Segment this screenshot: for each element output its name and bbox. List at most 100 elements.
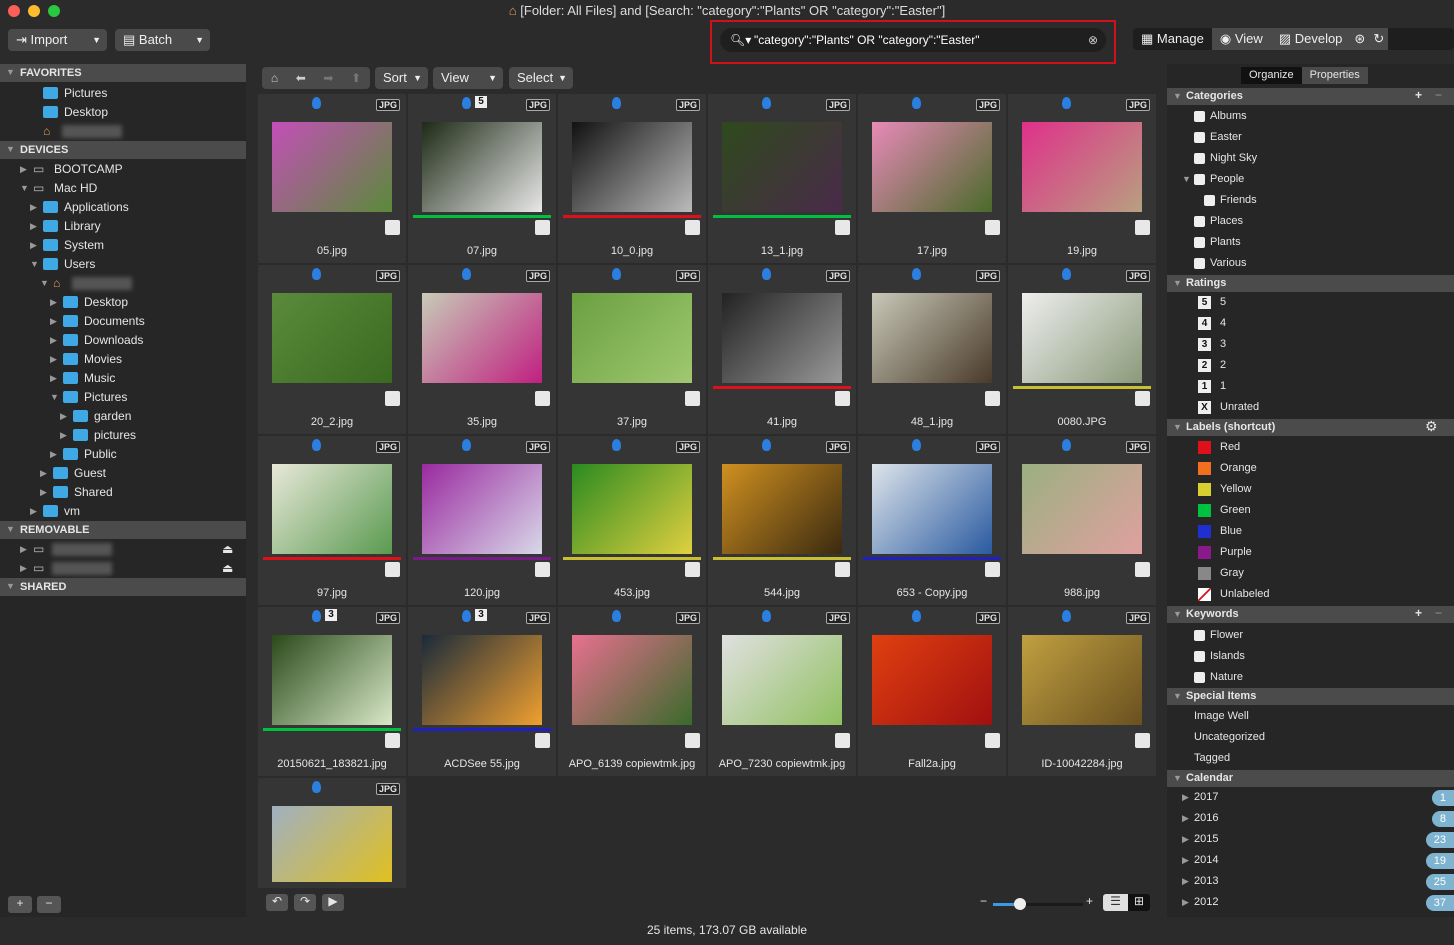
category-item[interactable]: Friends — [1167, 190, 1454, 211]
rating-item[interactable]: 11 — [1167, 376, 1454, 397]
section-header[interactable]: DEVICES — [0, 141, 246, 159]
collapsed-icon[interactable]: ▶ — [1182, 892, 1189, 913]
collapsed-icon[interactable]: ▶ — [50, 350, 57, 369]
thumbnail-image[interactable] — [872, 293, 992, 383]
365-button[interactable]: ⊛ — [1350, 28, 1370, 50]
file-thumbnail-cell[interactable]: JPG 41.jpg — [708, 265, 856, 434]
tree-item[interactable]: ▶ Music — [0, 369, 246, 388]
gear-icon[interactable]: ⚙ — [1425, 418, 1438, 435]
category-checkbox[interactable] — [1194, 237, 1205, 248]
tree-item[interactable]: ▼ Users — [0, 255, 246, 274]
thumbnail-image[interactable] — [422, 293, 542, 383]
sync-button[interactable]: ↻ — [1369, 28, 1389, 50]
disclosure-triangle-icon[interactable]: ▼ — [1173, 609, 1182, 619]
label-item[interactable]: Red — [1167, 437, 1454, 458]
collapsed-icon[interactable]: ▶ — [1182, 808, 1189, 829]
rotate-left-button[interactable]: ↶ — [266, 894, 288, 911]
tab-organize[interactable]: Organize — [1241, 67, 1302, 84]
expanded-icon[interactable]: ▼ — [1182, 169, 1191, 190]
minimize-window-button[interactable] — [28, 5, 40, 17]
file-thumbnail-cell[interactable]: JPG 544.jpg — [708, 436, 856, 605]
tree-item[interactable]: ▶ ▭ ⏏ — [0, 559, 246, 578]
section-header[interactable]: SHARED — [0, 578, 246, 596]
tag-checkbox[interactable] — [835, 733, 850, 748]
add-button[interactable]: + — [8, 896, 32, 913]
tag-checkbox[interactable] — [1135, 562, 1150, 577]
calendar-year[interactable]: ▶ 2017 1 — [1167, 787, 1454, 808]
thumbnail-image[interactable] — [1022, 122, 1142, 212]
file-thumbnail-cell[interactable]: JPG 48_1.jpg — [858, 265, 1006, 434]
thumbnail-image[interactable] — [1022, 464, 1142, 554]
expanded-icon[interactable]: ▼ — [40, 274, 49, 293]
thumbnail-image[interactable] — [572, 464, 692, 554]
thumbnail-image[interactable] — [422, 464, 542, 554]
category-item[interactable]: Easter — [1167, 127, 1454, 148]
zoom-in-icon[interactable]: + — [1086, 894, 1093, 908]
tree-item[interactable]: ▶ Guest — [0, 464, 246, 483]
file-thumbnail-cell[interactable]: JPG — [258, 778, 406, 888]
tree-item[interactable]: ▶ ▭ ⏏ — [0, 540, 246, 559]
thumbnail-size-slider[interactable] — [993, 898, 1083, 910]
section-header[interactable]: Labels (shortcut) — [1167, 419, 1454, 436]
keyword-item[interactable]: Islands — [1167, 646, 1454, 667]
tag-checkbox[interactable] — [1135, 733, 1150, 748]
slider-knob[interactable] — [1014, 898, 1026, 910]
tree-item[interactable]: ▶ Movies — [0, 350, 246, 369]
label-item[interactable]: Yellow — [1167, 479, 1454, 500]
section-header[interactable]: Calendar — [1167, 770, 1454, 787]
calendar-year[interactable]: ▶ 2014 19 — [1167, 850, 1454, 871]
tag-checkbox[interactable] — [835, 220, 850, 235]
thumbnail-image[interactable] — [722, 635, 842, 725]
category-item[interactable]: Night Sky — [1167, 148, 1454, 169]
import-button[interactable]: ⇥ Import ▼ — [8, 29, 107, 51]
disclosure-triangle-icon[interactable]: ▼ — [6, 67, 15, 77]
eject-icon[interactable]: ⏏ — [222, 559, 233, 578]
tree-item[interactable]: ▼ Pictures — [0, 388, 246, 407]
tree-item[interactable]: Desktop — [0, 103, 246, 122]
file-thumbnail-cell[interactable]: JPG APO_7230 copiewtmk.jpg — [708, 607, 856, 776]
tree-item[interactable]: ▼ ⌂ — [0, 274, 246, 293]
tree-item[interactable]: ▶ Documents — [0, 312, 246, 331]
batch-button[interactable]: ▤ Batch ▼ — [115, 29, 210, 51]
expanded-icon[interactable]: ▼ — [30, 255, 39, 274]
tab-properties[interactable]: Properties — [1301, 67, 1368, 84]
thumbnail-image[interactable] — [422, 635, 542, 725]
tree-item[interactable]: ⌂ — [0, 122, 246, 141]
thumbnail-image[interactable] — [872, 635, 992, 725]
tag-checkbox[interactable] — [535, 391, 550, 406]
tree-item[interactable]: ▶ garden — [0, 407, 246, 426]
section-header[interactable]: REMOVABLE — [0, 521, 246, 539]
file-thumbnail-cell[interactable]: JPG 988.jpg — [1008, 436, 1156, 605]
tag-checkbox[interactable] — [385, 391, 400, 406]
tree-item[interactable]: ▶ Downloads — [0, 331, 246, 350]
file-thumbnail-cell[interactable]: JPG 0080.JPG — [1008, 265, 1156, 434]
thumbnail-image[interactable] — [722, 293, 842, 383]
expanded-icon[interactable]: ▼ — [50, 388, 59, 407]
collapsed-icon[interactable]: ▶ — [50, 445, 57, 464]
view-button[interactable]: View ▼ — [433, 67, 503, 89]
category-item[interactable]: Places — [1167, 211, 1454, 232]
disclosure-triangle-icon[interactable]: ▼ — [1173, 422, 1182, 432]
tag-checkbox[interactable] — [985, 733, 1000, 748]
category-checkbox[interactable] — [1194, 174, 1205, 185]
collapsed-icon[interactable]: ▶ — [50, 331, 57, 350]
rating-item[interactable]: 22 — [1167, 355, 1454, 376]
collapsed-icon[interactable]: ▶ — [50, 369, 57, 388]
list-view-icon[interactable]: ☰ — [1103, 894, 1128, 911]
slideshow-button[interactable]: ▶ — [322, 894, 344, 911]
label-item[interactable]: Purple — [1167, 542, 1454, 563]
add-icon[interactable]: + — [1415, 606, 1422, 620]
collapsed-icon[interactable]: ▶ — [60, 426, 67, 445]
disclosure-triangle-icon[interactable]: ▼ — [1173, 91, 1182, 101]
section-header[interactable]: Ratings — [1167, 275, 1454, 292]
tree-item[interactable]: ▶ System — [0, 236, 246, 255]
section-header[interactable]: Categories — [1167, 88, 1454, 105]
special-item[interactable]: Tagged — [1194, 748, 1230, 769]
thumbnail-image[interactable] — [1022, 293, 1142, 383]
tag-checkbox[interactable] — [835, 391, 850, 406]
keyword-checkbox[interactable] — [1194, 672, 1205, 683]
label-item[interactable]: Green — [1167, 500, 1454, 521]
mode-develop[interactable]: ▨ Develop — [1270, 28, 1351, 50]
file-thumbnail-cell[interactable]: JPG 453.jpg — [558, 436, 706, 605]
tree-item[interactable]: ▼ ▭ Mac HD — [0, 179, 246, 198]
